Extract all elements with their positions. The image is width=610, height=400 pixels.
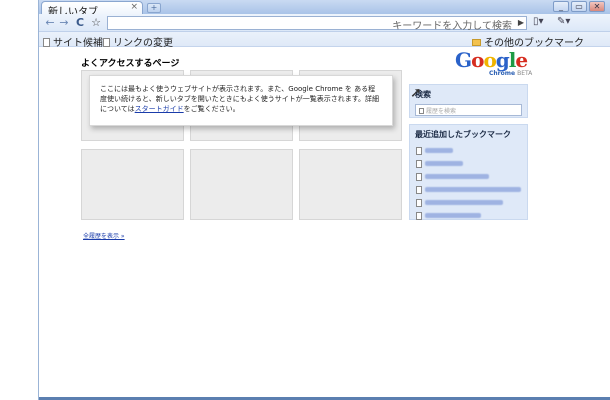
- close-tab-icon[interactable]: ×: [130, 2, 138, 12]
- thumbnail-slot[interactable]: [299, 149, 402, 220]
- go-arrow-icon[interactable]: ▶: [518, 18, 524, 27]
- browser-window: 新しいタブ × + _ ▭ ✕ ← → C ☆ キーワードを入力して検索 ▶ ▯…: [38, 0, 610, 400]
- new-tab-page: よくアクセスするページ ここには最もよく使うウェブサイトが表示されます。また、G…: [39, 47, 610, 397]
- show-full-history-link[interactable]: 全履歴を表示 »: [83, 231, 125, 240]
- start-guide-link[interactable]: スタートガイド: [135, 105, 184, 113]
- tab-new-tab[interactable]: 新しいタブ ×: [41, 1, 143, 15]
- message-text-end: をご覧ください。: [183, 105, 240, 113]
- window-controls: _ ▭ ✕: [553, 1, 605, 12]
- star-bookmark-icon[interactable]: ☆: [89, 16, 103, 30]
- logo-subtitle: Chrome BETA: [489, 70, 533, 77]
- forward-arrow-icon[interactable]: →: [57, 16, 71, 30]
- google-chrome-logo: Google Chrome BETA: [455, 50, 533, 78]
- blurred-bookmark-title: [425, 200, 503, 205]
- toolbar: ← → C ☆ キーワードを入力して検索 ▶ ▯▾ ✎▾: [39, 14, 610, 32]
- recent-bookmark-item[interactable]: [410, 157, 527, 170]
- page-icon: [416, 147, 422, 155]
- left-margin: [0, 0, 38, 400]
- recent-bookmark-item[interactable]: [410, 209, 527, 222]
- most-visited-title: よくアクセスするページ: [81, 59, 180, 69]
- reload-icon[interactable]: C: [73, 16, 87, 30]
- thumbnail-slot[interactable]: [190, 149, 293, 220]
- blurred-bookmark-title: [425, 187, 521, 192]
- recent-bookmarks-title: 最近追加したブックマーク: [415, 130, 511, 139]
- search-page-icon: [419, 108, 424, 114]
- wrench-menu-icon[interactable]: ✎▾: [557, 16, 570, 27]
- blurred-bookmark-title: [425, 213, 481, 218]
- omnibox-input[interactable]: キーワードを入力して検索 ▶: [107, 16, 527, 32]
- search-panel-title: 検索: [415, 90, 431, 99]
- bookmarks-bar: サイト候補 リンクの変更 その他のブックマーク: [39, 32, 610, 49]
- page-icon: [43, 38, 50, 47]
- folder-icon: [472, 39, 481, 46]
- recent-bookmark-item[interactable]: [410, 196, 527, 209]
- page-icon: [416, 186, 422, 194]
- page-menu-icon[interactable]: ▯▾: [533, 16, 544, 27]
- page-icon: [103, 38, 110, 47]
- page-icon: [416, 212, 422, 220]
- blurred-bookmark-title: [425, 161, 463, 166]
- back-arrow-icon[interactable]: ←: [43, 16, 57, 30]
- close-window-icon[interactable]: ✕: [589, 1, 605, 12]
- page-icon: [416, 160, 422, 168]
- page-icon: [416, 173, 422, 181]
- blurred-bookmark-title: [425, 148, 453, 153]
- recent-bookmark-item[interactable]: [410, 144, 527, 157]
- page-icon: [416, 199, 422, 207]
- tab-strip: 新しいタブ × + _ ▭ ✕: [39, 0, 610, 15]
- blurred-bookmark-title: [425, 174, 489, 179]
- history-search-panel: 検索 履歴を検索: [409, 84, 528, 118]
- getting-started-message: ここには最もよく使うウェブサイトが表示されます。また、Google Chrome…: [89, 75, 393, 126]
- thumbnail-slot[interactable]: [81, 149, 184, 220]
- maximize-icon[interactable]: ▭: [571, 1, 587, 12]
- recent-bookmark-item[interactable]: [410, 170, 527, 183]
- recent-bookmark-item[interactable]: [410, 183, 527, 196]
- logo-wordmark: Google: [455, 48, 528, 72]
- mouse-pointer-icon: ➚: [410, 85, 422, 101]
- omnibox-placeholder: キーワードを入力して検索: [392, 21, 512, 32]
- history-search-input[interactable]: 履歴を検索: [415, 104, 522, 116]
- recent-bookmarks-panel: 最近追加したブックマーク: [409, 124, 528, 220]
- history-search-placeholder: 履歴を検索: [426, 108, 457, 115]
- new-tab-button[interactable]: +: [147, 3, 161, 13]
- minimize-icon[interactable]: _: [553, 1, 569, 12]
